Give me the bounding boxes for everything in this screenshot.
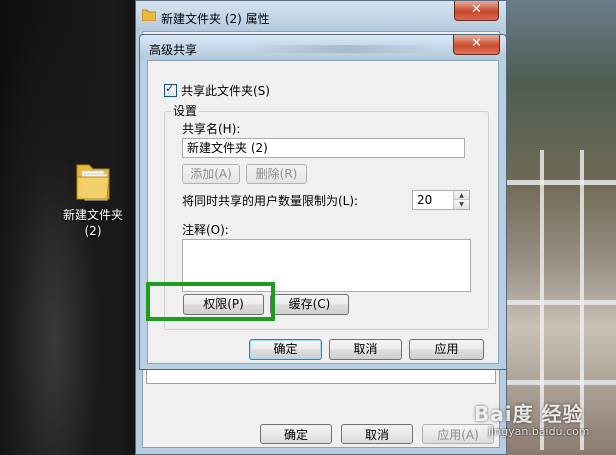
folder-icon [76, 164, 110, 201]
permissions-highlight-box [146, 282, 275, 321]
folder-icon [142, 9, 156, 21]
spinner-buttons: ▲ ▼ [453, 191, 469, 209]
desktop-folder-label-1: 新建文件夹 [62, 208, 123, 222]
cancel-button[interactable]: 取消 [329, 339, 402, 360]
share-name-input[interactable]: 新建文件夹 (2) [182, 138, 465, 158]
wallpaper-rail [505, 180, 616, 185]
properties-title: 新建文件夹 (2) 属性 [161, 12, 270, 26]
desktop-folder-shortcut[interactable]: 新建文件夹 (2) [58, 157, 128, 239]
desktop-folder-label-2: (2) [84, 224, 102, 238]
spinner-down-icon[interactable]: ▼ [454, 200, 469, 209]
wallpaper-rail [505, 380, 616, 385]
properties-cancel-button[interactable]: 取消 [341, 424, 413, 444]
spinner-up-icon[interactable]: ▲ [454, 191, 469, 200]
settings-group-label: 设置 [171, 102, 200, 119]
properties-titlebar[interactable]: 新建文件夹 (2) 属性 ✕ [136, 1, 506, 31]
caching-button[interactable]: 缓存(C) [270, 294, 349, 315]
user-limit-label: 将同时共享的用户数量限制为(L): [182, 194, 359, 208]
properties-ok-button[interactable]: 确定 [260, 424, 332, 444]
baidu-watermark: Bai度 经验 [474, 402, 584, 426]
wallpaper-rail [505, 300, 616, 305]
user-limit-spinner[interactable]: 20 ▲ ▼ [412, 190, 470, 210]
comment-label: 注释(O): [182, 223, 229, 237]
properties-apply-button[interactable]: 应用(A) [422, 424, 494, 444]
advanced-sharing-title: 高级共享 [149, 43, 198, 57]
remove-button[interactable]: 删除(R) [246, 164, 307, 184]
advanced-sharing-titlebar[interactable]: 高级共享 ✕ [140, 35, 506, 60]
share-folder-label: 共享此文件夹(S) [181, 84, 270, 98]
add-button[interactable]: 添加(A) [182, 164, 240, 184]
titlebar-glass-blur [250, 45, 440, 53]
user-limit-value[interactable]: 20 [417, 193, 432, 207]
apply-button[interactable]: 应用 [409, 339, 484, 360]
checkbox-checked-icon[interactable] [164, 82, 177, 97]
share-folder-checkbox[interactable]: 共享此文件夹(S) [164, 82, 270, 99]
share-name-label: 共享名(H): [182, 122, 241, 136]
advanced-sharing-close-button[interactable]: ✕ [453, 35, 500, 55]
baidu-watermark-url: jingyan.baidu.com [488, 425, 590, 438]
wallpaper-scenery [500, 0, 616, 455]
properties-close-button[interactable]: ✕ [454, 1, 499, 21]
ok-button[interactable]: 确定 [249, 339, 322, 360]
